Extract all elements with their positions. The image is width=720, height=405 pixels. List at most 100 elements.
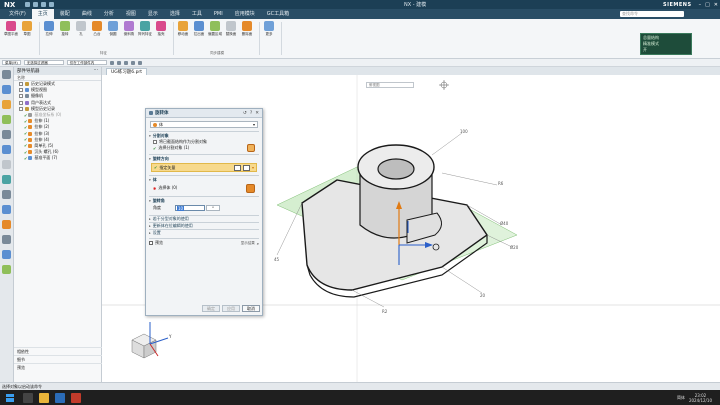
menu-tab[interactable]: 分析 xyxy=(98,9,120,19)
menu-tab[interactable]: 视图 xyxy=(120,9,142,19)
vector-dialog-icon[interactable] xyxy=(242,164,250,171)
snap-icon[interactable] xyxy=(130,60,135,65)
pin-icon[interactable]: ⋯ xyxy=(94,68,99,74)
expand-icon[interactable] xyxy=(19,106,23,111)
navigator-panel-header[interactable]: 细节 xyxy=(14,355,102,363)
selection-scope-dropdown[interactable]: 仅在工作部件内 xyxy=(66,60,107,65)
search-icon[interactable]: ⌕ xyxy=(257,241,259,246)
view-triad[interactable]: Y xyxy=(128,318,176,366)
save-icon[interactable] xyxy=(25,2,31,7)
ok-button[interactable]: 确定 xyxy=(202,305,220,312)
menu-tab[interactable]: 显示 xyxy=(142,9,164,19)
resource-bar-icon[interactable] xyxy=(2,100,11,109)
collapsed-section-header[interactable]: ▸ 设置 xyxy=(149,229,259,236)
navigator-node[interactable]: ✔ 基准平面 (7) xyxy=(14,155,101,161)
check-icon[interactable]: ✔ xyxy=(24,143,27,148)
resource-bar-icon[interactable] xyxy=(2,265,11,274)
select-body-row[interactable]: ✱ 选择体 (0) xyxy=(149,183,259,193)
selection-filter-dropdown[interactable]: 无选择过滤器 xyxy=(23,60,64,65)
view-orientation-dropdown[interactable]: 俯视图 xyxy=(366,82,414,88)
angle-input[interactable]: 10 xyxy=(175,205,205,211)
ribbon-button[interactable]: 删除面 xyxy=(240,21,254,57)
language-indicator[interactable]: 简体 xyxy=(677,395,685,401)
recorder-app-icon[interactable] xyxy=(71,392,81,403)
angle-unit-dropdown[interactable]: ° xyxy=(206,205,220,211)
synchronous-settings-panel[interactable]: 总量结构 精准模式开 xyxy=(640,33,692,55)
ribbon-button[interactable]: 拉伸 xyxy=(42,21,56,57)
menu-tab[interactable]: 工具 xyxy=(186,9,208,19)
command-search-input[interactable]: 查找命令 xyxy=(620,11,684,17)
snap-icon[interactable] xyxy=(109,60,114,65)
check-icon[interactable]: ✔ xyxy=(24,150,27,155)
preview-checkbox[interactable] xyxy=(149,241,153,245)
vector-dropdown-icon[interactable]: ▾ xyxy=(252,165,254,170)
resource-bar-icon[interactable] xyxy=(2,250,11,259)
check-icon[interactable]: ✔ xyxy=(24,119,27,124)
folder-icon[interactable] xyxy=(39,392,49,403)
expand-icon[interactable] xyxy=(19,88,23,93)
menu-tab[interactable]: 应用模块 xyxy=(229,9,261,19)
menu-tab[interactable]: PMI xyxy=(208,10,229,19)
resource-bar-icon[interactable] xyxy=(2,190,11,199)
close-icon[interactable]: ✕ xyxy=(255,111,259,116)
type-dropdown[interactable]: 体 ▾ xyxy=(150,121,258,128)
expand-icon[interactable] xyxy=(19,94,23,99)
navigator-panel-header[interactable]: 相依性 xyxy=(14,347,102,355)
menu-tab[interactable]: GC工具箱 xyxy=(261,9,295,19)
resource-bar-icon[interactable] xyxy=(2,85,11,94)
resource-bar-icon[interactable] xyxy=(2,235,11,244)
resource-bar-icon[interactable] xyxy=(2,160,11,169)
redo-icon[interactable] xyxy=(41,2,47,7)
ribbon-button[interactable]: 移动面 xyxy=(176,21,190,57)
select-split-object[interactable]: ✔ 选择分割对象 (1) xyxy=(149,144,259,152)
collapsed-section-header[interactable]: ▸ 若干分型对象的使用 xyxy=(149,215,259,222)
navigator-panel-header[interactable]: 预览 xyxy=(14,363,102,371)
show-result-button[interactable]: 显示结果 xyxy=(241,241,255,246)
apply-button[interactable]: 应用 xyxy=(222,305,240,312)
menu-tab[interactable]: 选择 xyxy=(164,9,186,19)
ribbon-button[interactable]: 倒圆 xyxy=(106,21,120,57)
minimize-icon[interactable]: – xyxy=(699,2,702,8)
menu-tab[interactable]: 装配 xyxy=(54,9,76,19)
check-icon[interactable]: ✔ xyxy=(24,125,27,130)
expand-icon[interactable] xyxy=(19,82,23,87)
ribbon-button[interactable]: 孔 xyxy=(74,21,88,57)
resource-bar-icon[interactable] xyxy=(2,205,11,214)
snap-icon[interactable] xyxy=(123,60,128,65)
reset-icon[interactable]: ↺ xyxy=(243,111,247,116)
resource-bar-icon[interactable] xyxy=(2,130,11,139)
ribbon-button[interactable]: 更多 xyxy=(262,21,276,57)
check-icon[interactable]: ✔ xyxy=(24,156,27,161)
ribbon-button[interactable]: 草图 xyxy=(20,21,34,57)
resource-bar-icon[interactable] xyxy=(2,70,11,79)
select-body-icon[interactable] xyxy=(246,183,255,193)
clock[interactable]: 23:02 2024/12/10 xyxy=(689,393,712,403)
document-tab[interactable]: UG练习题6.prt xyxy=(106,68,148,75)
resource-bar-icon[interactable] xyxy=(2,175,11,184)
snap-icon[interactable] xyxy=(137,60,142,65)
collapsed-section-header[interactable]: ▸ 更新体在位编辑的使用 xyxy=(149,222,259,229)
ribbon-button[interactable]: 倒斜角 xyxy=(122,21,136,57)
check-icon[interactable]: ✔ xyxy=(24,131,27,136)
expand-icon[interactable] xyxy=(19,100,23,105)
menu-tab[interactable]: 主页 xyxy=(31,9,54,19)
ribbon-button[interactable]: 旋转 xyxy=(58,21,72,57)
ribbon-button[interactable]: 拉出面 xyxy=(192,21,206,57)
specify-vector-row[interactable]: ✔ 指定矢量 ▾ xyxy=(151,163,257,172)
menu-tab[interactable]: 文件(F) xyxy=(3,9,32,19)
menu-tab[interactable]: 曲线 xyxy=(76,9,98,19)
ribbon-button[interactable]: 替换面 xyxy=(224,21,238,57)
search-icon[interactable] xyxy=(23,392,33,403)
reverse-direction-icon[interactable] xyxy=(233,164,241,171)
start-icon[interactable] xyxy=(6,393,14,402)
resource-bar-icon[interactable] xyxy=(2,145,11,154)
checkbox[interactable] xyxy=(153,140,157,144)
undo-icon[interactable] xyxy=(33,2,39,7)
help-icon[interactable]: ? xyxy=(250,111,252,116)
section-header[interactable]: ▾ 旋转方向 xyxy=(149,156,259,162)
nx-app-icon[interactable] xyxy=(55,392,65,403)
cancel-button[interactable]: 取消 xyxy=(242,305,260,312)
resource-bar-icon[interactable] xyxy=(2,220,11,229)
window-icon[interactable] xyxy=(49,2,55,7)
maximize-icon[interactable]: □ xyxy=(705,2,710,8)
